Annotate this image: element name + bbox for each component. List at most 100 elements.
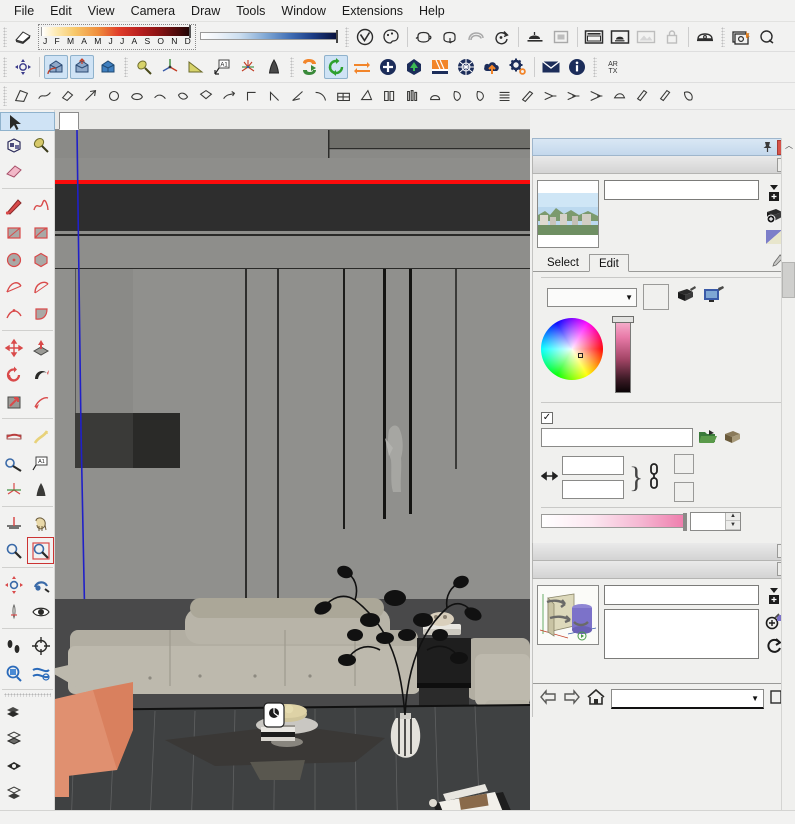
opacity-spin-buttons[interactable]: ▲ ▼ (725, 512, 740, 530)
color-wheel[interactable] (541, 318, 603, 380)
select-arrow-icon[interactable] (0, 112, 55, 131)
pan-icon[interactable] (27, 510, 54, 537)
scroll-up-icon[interactable]: ︿ (782, 138, 795, 152)
circle-icon[interactable] (0, 246, 27, 273)
style-description-input[interactable] (604, 608, 759, 659)
enscape-material-icon[interactable] (428, 55, 452, 79)
add-detail-icon[interactable] (218, 86, 239, 107)
two-point-arc-icon[interactable] (27, 273, 54, 300)
position-camera-icon[interactable] (0, 598, 27, 625)
3d-text-icon[interactable] (27, 476, 54, 503)
protractor2-icon[interactable] (310, 86, 331, 107)
color-wheel-cursor[interactable] (578, 353, 583, 358)
zoom-house-icon[interactable] (96, 55, 120, 79)
zoom-window-icon[interactable] (27, 537, 54, 564)
enscape-start-icon[interactable] (298, 55, 322, 79)
three-point-arc-icon[interactable] (0, 300, 27, 327)
walk-through-icon[interactable] (11, 55, 35, 79)
push-pull-icon[interactable] (27, 334, 54, 361)
text-icon[interactable]: A1 (27, 449, 54, 476)
toolbar-grip[interactable] (721, 26, 725, 47)
pin-icon[interactable] (760, 140, 774, 154)
components-panel-header[interactable] (532, 542, 795, 561)
offset-icon[interactable] (0, 388, 27, 415)
shadow-time-slider[interactable] (200, 24, 340, 50)
menu-view[interactable]: View (80, 2, 123, 20)
materials-panel-header[interactable] (532, 156, 795, 174)
month-gradient-bar[interactable] (41, 25, 191, 38)
wedge-icon[interactable] (379, 86, 400, 107)
rotated-rectangle-icon[interactable] (27, 219, 54, 246)
paint-bucket-icon[interactable] (132, 55, 156, 79)
scale-icon[interactable] (27, 388, 54, 415)
drape-icon[interactable] (195, 86, 216, 107)
scene-tab[interactable] (59, 112, 79, 130)
half-leaf-icon[interactable] (494, 86, 515, 107)
layer-stack-icon[interactable] (0, 779, 27, 806)
enscape-asset-library-icon[interactable] (402, 55, 426, 79)
zoom-icon[interactable] (0, 537, 27, 564)
orbit-house-icon[interactable] (44, 55, 68, 79)
scroll-thumb[interactable] (782, 262, 795, 298)
vray-render-in-window-icon[interactable] (608, 25, 632, 49)
menu-file[interactable]: File (6, 2, 42, 20)
arrow-wide-icon[interactable] (609, 86, 630, 107)
dimension-icon[interactable] (0, 476, 27, 503)
toolbar-grip[interactable] (3, 26, 7, 47)
enscape-settings-icon[interactable] (506, 55, 530, 79)
arrow-right-icon[interactable] (563, 689, 581, 708)
enscape-info-icon[interactable] (565, 55, 589, 79)
corner-icon[interactable] (264, 86, 285, 107)
vray-interactive-icon[interactable] (438, 25, 462, 49)
make-component-icon[interactable] (0, 131, 27, 158)
eraser-icon[interactable] (11, 25, 35, 49)
materials-tab-select[interactable]: Select (537, 253, 589, 271)
arrow-split-icon[interactable] (563, 86, 584, 107)
smoove-icon[interactable] (149, 86, 170, 107)
styles-panel-header[interactable] (532, 560, 795, 579)
rectangle-icon[interactable] (0, 219, 27, 246)
slope-icon[interactable] (540, 86, 561, 107)
edit-texture-icon[interactable] (723, 428, 743, 448)
section-icon[interactable] (402, 86, 423, 107)
opacity-slider[interactable] (541, 513, 687, 531)
polygon-icon[interactable] (27, 246, 54, 273)
previous-view-icon[interactable] (27, 571, 54, 598)
opacity-slider-handle[interactable] (683, 513, 687, 531)
pan-house-icon[interactable] (70, 55, 94, 79)
toolbar-grip[interactable] (124, 57, 128, 77)
scene-tabs-icon[interactable] (0, 698, 27, 725)
vray-snapshot-icon[interactable] (729, 25, 753, 49)
flip-edge-icon[interactable] (241, 86, 262, 107)
freehand-icon[interactable] (34, 86, 55, 107)
vray-asset-editor-icon[interactable] (379, 25, 403, 49)
rotate-icon[interactable] (0, 361, 27, 388)
menu-tools[interactable]: Tools (228, 2, 273, 20)
use-texture-checkbox[interactable]: ✓ (541, 411, 553, 424)
stamp-icon[interactable] (172, 86, 193, 107)
menu-window[interactable]: Window (273, 2, 333, 20)
section-plane-icon[interactable] (0, 510, 27, 537)
vray-render-history-icon[interactable] (490, 25, 514, 49)
menu-camera[interactable]: Camera (123, 2, 183, 20)
materials-tab-edit[interactable]: Edit (588, 254, 629, 272)
enscape-upload-icon[interactable] (480, 55, 504, 79)
3d-text-icon[interactable] (262, 55, 286, 79)
create-style-icon[interactable] (766, 587, 782, 608)
protractor-icon[interactable] (184, 55, 208, 79)
texture-file-input[interactable] (541, 428, 693, 447)
material-thumbnail[interactable] (537, 180, 599, 248)
texture-width-input[interactable] (562, 456, 624, 475)
layer-move-icon[interactable] (0, 752, 27, 779)
style-thumbnail[interactable] (537, 584, 599, 645)
text-icon[interactable]: A1 (210, 55, 234, 79)
styles-collection-select[interactable]: ▼ (611, 688, 764, 709)
artx-icon[interactable]: AR TX (601, 55, 625, 79)
freehand-icon[interactable] (27, 192, 54, 219)
folder-open-icon[interactable] (698, 428, 718, 448)
solid-shade-icon[interactable] (678, 86, 699, 107)
arrow-merge-icon[interactable] (586, 86, 607, 107)
zoom-extents-icon[interactable] (0, 571, 27, 598)
follow-me-icon[interactable] (27, 361, 54, 388)
toolbar-grip[interactable] (345, 26, 349, 47)
